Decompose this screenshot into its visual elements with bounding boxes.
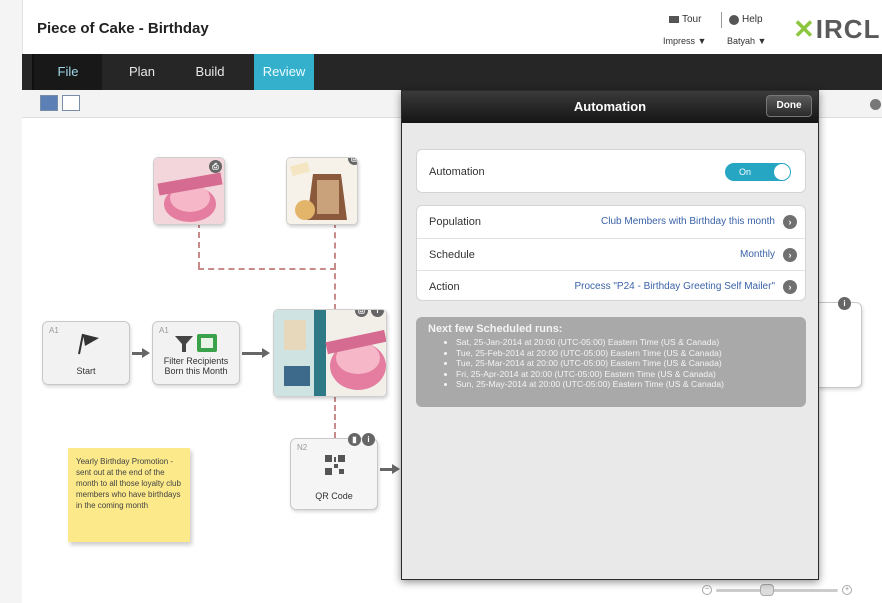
list-item: Tue, 25-Mar-2014 at 20:00 (UTC-05:00) Ea…	[456, 358, 794, 369]
chart-icon[interactable]: ▮	[348, 433, 361, 446]
tour-link[interactable]: Tour	[669, 14, 701, 25]
partial-node[interactable]: i	[818, 297, 862, 388]
dialog-title: Automation	[573, 99, 647, 114]
flag-icon	[78, 333, 99, 355]
zoom-out-icon[interactable]: −	[702, 585, 712, 595]
info-icon[interactable]: i	[838, 297, 851, 310]
chevron-right-icon: ›	[783, 248, 797, 262]
tab-plan[interactable]: Plan	[112, 54, 172, 90]
printer-icon[interactable]: ⎙	[209, 160, 222, 173]
scheduled-runs-title: Next few Scheduled runs:	[428, 323, 563, 335]
list-item: Tue, 25-Feb-2014 at 20:00 (UTC-05:00) Ea…	[456, 348, 794, 359]
flow-arrow	[380, 464, 400, 474]
impress-dropdown[interactable]: Impress ▼	[663, 36, 706, 46]
circle-logo: ✕IRCLE	[793, 14, 882, 44]
connector-line	[198, 222, 200, 268]
scheduled-runs-panel: Next few Scheduled runs: Sat, 25-Jan-201…	[416, 317, 806, 407]
list-item: Fri, 25-Apr-2014 at 20:00 (UTC-05:00) Ea…	[456, 369, 794, 380]
connector-line	[334, 222, 336, 310]
mailer-image	[274, 310, 386, 396]
tree-view-icon[interactable]	[62, 95, 80, 111]
dialog-header: Automation Done	[402, 91, 818, 123]
main-nav: File Plan Build Review	[22, 54, 882, 90]
logo-mark-icon: ✕	[793, 14, 816, 44]
birthday-card-thumbnail[interactable]: ⎙	[153, 157, 225, 225]
app-header: Piece of Cake - Birthday Tour Help Impre…	[22, 0, 882, 54]
help-link[interactable]: Help	[729, 14, 763, 25]
zoom-in-icon[interactable]: +	[842, 585, 852, 595]
zoom-track	[716, 589, 838, 592]
zoom-slider[interactable]: − +	[702, 584, 852, 596]
list-item: Sun, 25-May-2014 at 20:00 (UTC-05:00) Ea…	[456, 379, 794, 390]
filter-node[interactable]: A1 Filter Recipients Born this Month	[152, 321, 240, 385]
list-item: Sat, 25-Jan-2014 at 20:00 (UTC-05:00) Ea…	[456, 337, 794, 348]
chevron-right-icon: ›	[783, 215, 797, 229]
population-row[interactable]: Population Club Members with Birthday th…	[417, 206, 805, 238]
gift-bag-image	[287, 158, 357, 224]
zoom-handle[interactable]	[760, 584, 774, 596]
flow-arrow	[242, 348, 270, 358]
help-icon	[729, 14, 739, 25]
sticky-note[interactable]: Yearly Birthday Promotion - sent out at …	[68, 448, 190, 542]
help-icon[interactable]	[870, 99, 881, 110]
automation-toggle[interactable]: On	[725, 163, 791, 181]
header-divider	[721, 12, 722, 28]
automation-settings-card: Population Club Members with Birthday th…	[416, 205, 806, 301]
tab-file[interactable]: File	[32, 54, 102, 90]
flow-view-icon[interactable]	[40, 95, 58, 111]
chevron-right-icon: ›	[783, 280, 797, 294]
video-icon	[669, 16, 679, 23]
mailer-thumbnail[interactable]: ⎙ i	[273, 309, 387, 397]
tab-review[interactable]: Review	[254, 54, 314, 90]
qr-code-icon	[325, 455, 345, 475]
info-icon[interactable]: i	[362, 433, 375, 446]
scheduled-runs-list: Sat, 25-Jan-2014 at 20:00 (UTC-05:00) Ea…	[428, 337, 794, 390]
user-dropdown[interactable]: Batyah ▼	[727, 36, 766, 46]
page-title: Piece of Cake - Birthday	[37, 20, 209, 37]
flow-arrow	[132, 348, 150, 358]
connector-line	[334, 396, 336, 438]
start-node[interactable]: A1 Start	[42, 321, 130, 385]
qr-code-node[interactable]: N2 QR Code ▮ i	[290, 433, 378, 510]
automation-toggle-card: Automation On	[416, 149, 806, 193]
toggle-knob	[774, 164, 790, 180]
done-button[interactable]: Done	[766, 95, 812, 117]
tab-build[interactable]: Build	[180, 54, 240, 90]
filter-funnel-icon	[175, 334, 217, 352]
automation-dialog: Automation Done Automation On Population…	[401, 90, 819, 580]
schedule-row[interactable]: Schedule Monthly ›	[417, 238, 805, 270]
action-row[interactable]: Action Process "P24 - Birthday Greeting …	[417, 270, 805, 302]
gift-bag-thumbnail[interactable]: ⎙	[286, 157, 358, 225]
connector-line	[198, 268, 336, 270]
